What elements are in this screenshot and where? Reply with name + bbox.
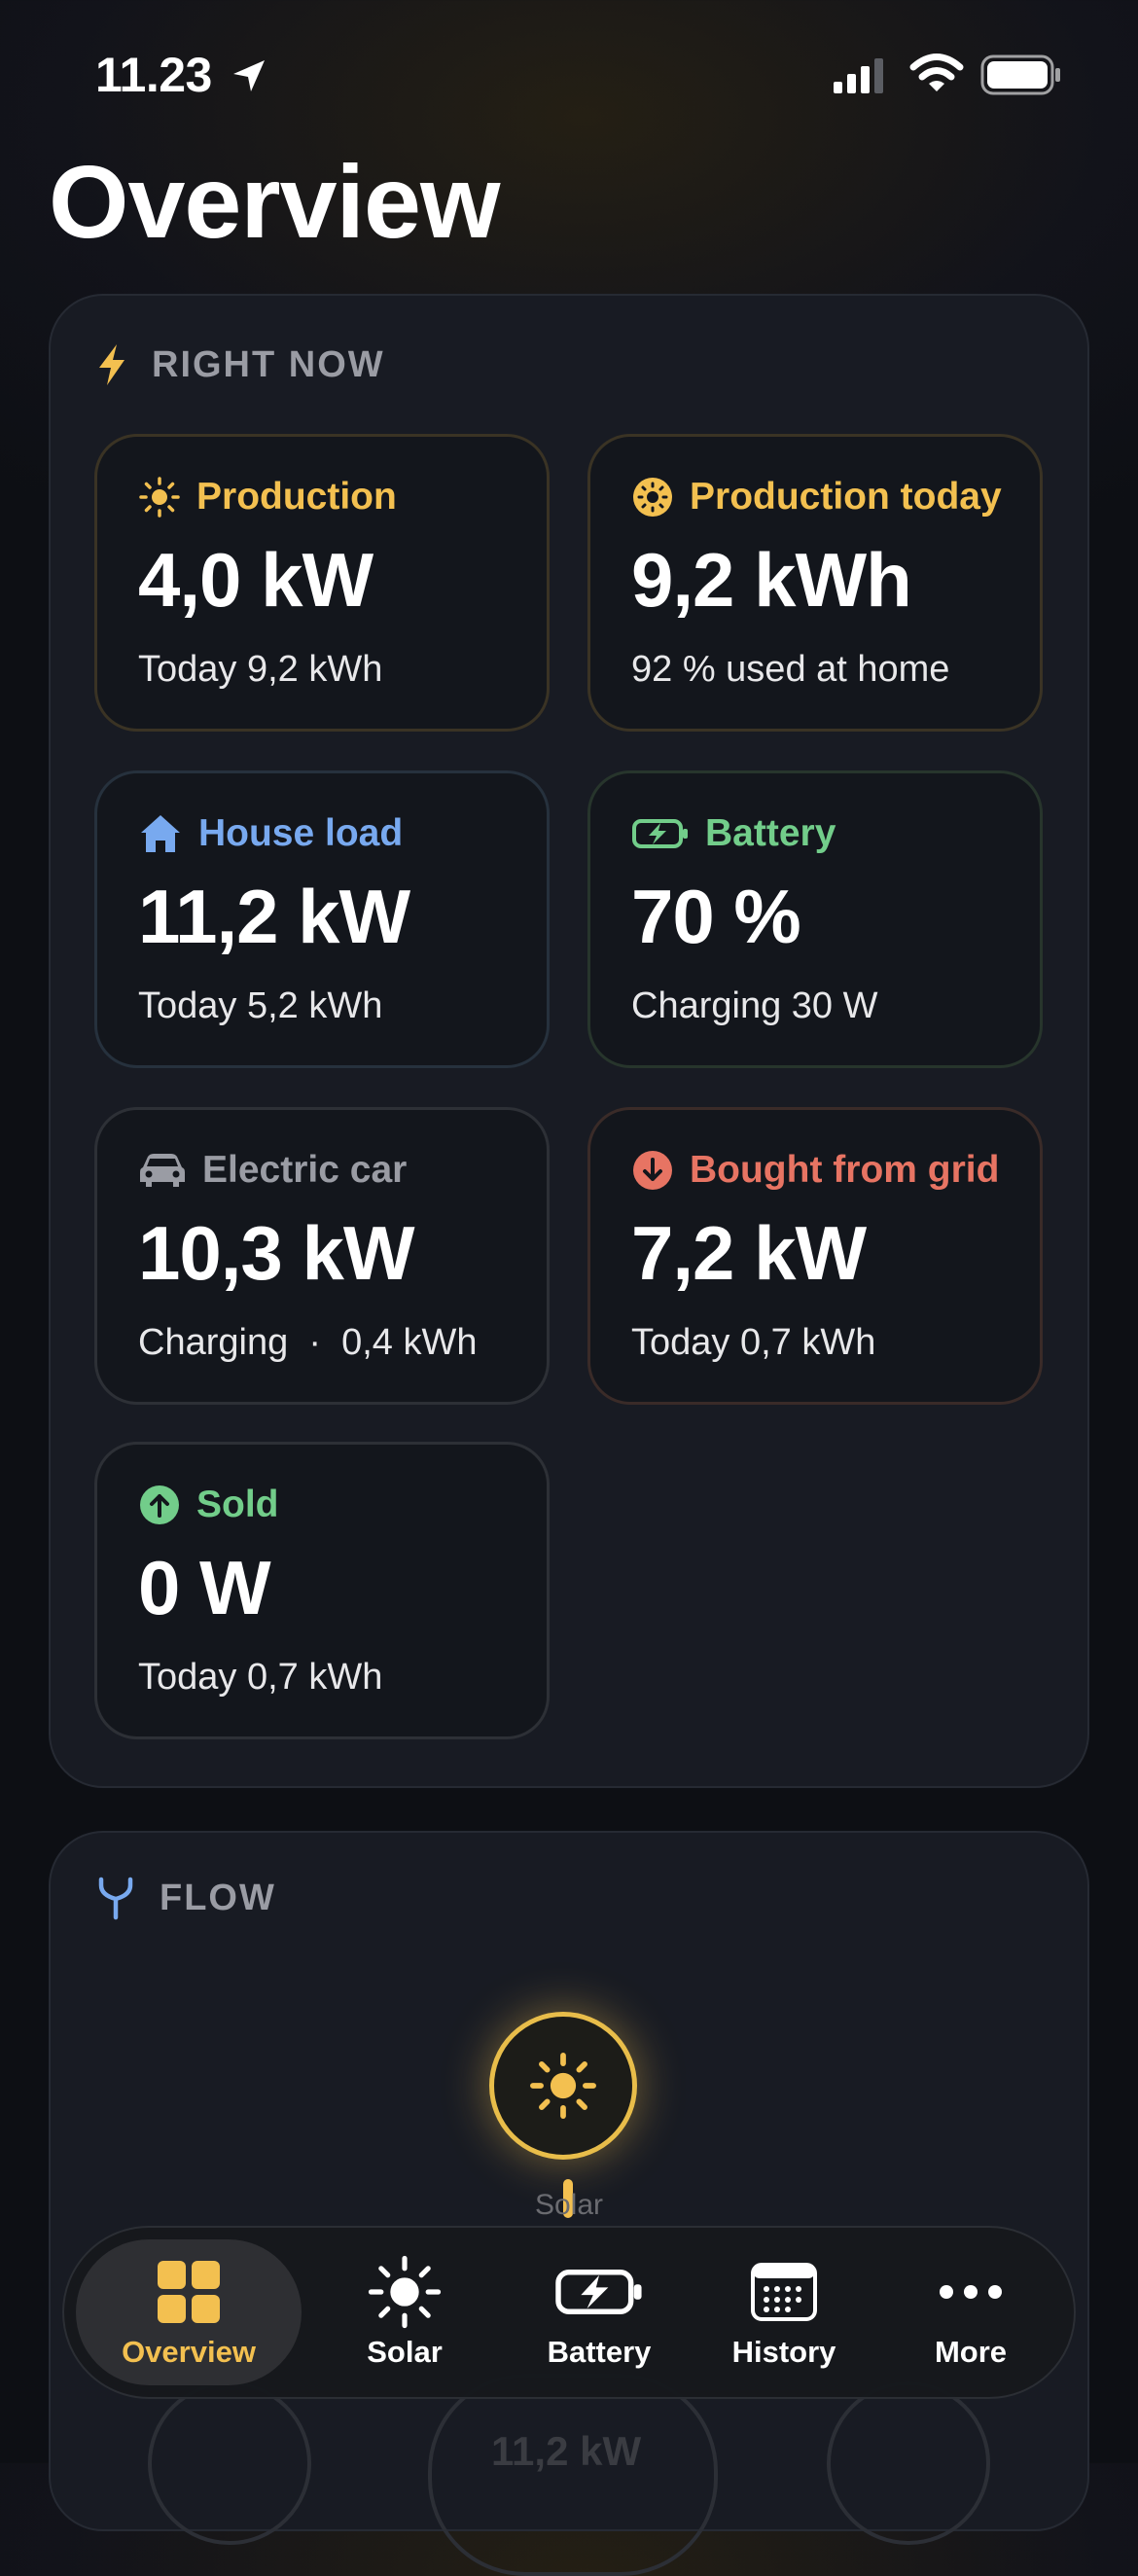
production-today-card[interactable]: Production today 9,2 kWh 92 % used at ho… bbox=[587, 434, 1043, 732]
electric-car-value: 10,3 kW bbox=[138, 1210, 414, 1296]
cellular-signal-icon bbox=[834, 58, 883, 93]
house-node[interactable] bbox=[428, 2374, 718, 2576]
sold-value: 0 W bbox=[138, 1545, 271, 1630]
status-time: 11.23 bbox=[95, 48, 212, 102]
house-load-card[interactable]: House load 11,2 kW Today 5,2 kWh bbox=[94, 770, 550, 1068]
flow-branch-icon bbox=[98, 1877, 133, 1920]
right-now-header: RIGHT NOW bbox=[95, 342, 385, 387]
right-now-label: RIGHT NOW bbox=[152, 343, 385, 385]
production-today-value: 9,2 kWh bbox=[631, 537, 912, 623]
tab-battery[interactable]: Battery bbox=[502, 2239, 696, 2385]
tab-bar: Overview Solar Battery History More bbox=[62, 2226, 1076, 2399]
solar-node-label: Solar bbox=[534, 2189, 604, 2221]
sold-title: Sold bbox=[196, 1484, 279, 1525]
tab-more-label: More bbox=[934, 2335, 1008, 2369]
flow-label: FLOW bbox=[160, 1877, 276, 1918]
arrow-up-circle-icon bbox=[140, 1485, 179, 1524]
house-node-value: 11,2 kW bbox=[491, 2428, 642, 2474]
status-bar: 11.23 bbox=[0, 0, 1138, 146]
page-title: Overview bbox=[49, 145, 500, 260]
sun-icon bbox=[139, 477, 180, 518]
production-value: 4,0 kW bbox=[138, 537, 373, 623]
bolt-icon bbox=[99, 344, 124, 385]
tab-solar[interactable]: Solar bbox=[327, 2239, 482, 2385]
bought-from-grid-sub: Today 0,7 kWh bbox=[631, 1322, 876, 1363]
location-arrow-icon bbox=[233, 60, 265, 91]
ellipsis-icon bbox=[940, 2285, 1002, 2299]
battery-node[interactable] bbox=[148, 2381, 311, 2545]
flow-header: FLOW bbox=[95, 1876, 276, 1920]
tab-more[interactable]: More bbox=[883, 2239, 1058, 2385]
tab-solar-label: Solar bbox=[367, 2335, 443, 2369]
battery-sub: Charging 30 W bbox=[631, 985, 878, 1026]
production-today-sub: 92 % used at home bbox=[631, 649, 950, 690]
solar-node[interactable] bbox=[489, 2012, 637, 2160]
house-load-value: 11,2 kW bbox=[138, 874, 410, 959]
production-today-title: Production today bbox=[690, 476, 1002, 518]
tab-history-label: History bbox=[731, 2335, 836, 2369]
sun-badge-icon bbox=[633, 478, 672, 517]
house-load-title: House load bbox=[198, 812, 404, 854]
bought-from-grid-title: Bought from grid bbox=[690, 1149, 1000, 1191]
house-icon bbox=[141, 815, 180, 852]
tab-battery-label: Battery bbox=[547, 2335, 652, 2369]
production-sub: Today 9,2 kWh bbox=[138, 649, 383, 690]
battery-value: 70 % bbox=[631, 874, 801, 959]
calendar-icon bbox=[751, 2263, 817, 2321]
production-card[interactable]: Production 4,0 kW Today 9,2 kWh bbox=[94, 434, 550, 732]
production-title: Production bbox=[196, 476, 397, 518]
grid-icon bbox=[158, 2261, 220, 2323]
sold-sub: Today 0,7 kWh bbox=[138, 1657, 383, 1698]
electric-car-card[interactable]: Electric car 10,3 kW Charging · 0,4 kWh bbox=[94, 1107, 550, 1405]
electric-car-title: Electric car bbox=[202, 1149, 408, 1191]
sun-icon bbox=[530, 2053, 596, 2119]
battery-title: Battery bbox=[705, 812, 836, 854]
battery-card[interactable]: Battery 70 % Charging 30 W bbox=[587, 770, 1043, 1068]
tab-overview-label: Overview bbox=[122, 2335, 256, 2369]
house-load-sub: Today 5,2 kWh bbox=[138, 985, 383, 1026]
sun-icon bbox=[368, 2255, 442, 2329]
bought-from-grid-card[interactable]: Bought from grid 7,2 kW Today 0,7 kWh bbox=[587, 1107, 1043, 1405]
wifi-icon bbox=[909, 54, 964, 91]
battery-charging-icon bbox=[555, 2270, 642, 2314]
bought-from-grid-value: 7,2 kW bbox=[631, 1210, 867, 1296]
arrow-down-circle-icon bbox=[633, 1151, 672, 1190]
tab-history[interactable]: History bbox=[692, 2239, 876, 2385]
car-icon bbox=[140, 1154, 185, 1187]
battery-charging-icon bbox=[632, 819, 688, 848]
battery-status-icon bbox=[980, 54, 1060, 95]
sold-card[interactable]: Sold 0 W Today 0,7 kWh bbox=[94, 1442, 550, 1739]
tab-overview[interactable]: Overview bbox=[76, 2239, 302, 2385]
electric-car-sub: Charging · 0,4 kWh bbox=[138, 1322, 478, 1363]
car-node[interactable] bbox=[827, 2381, 990, 2545]
